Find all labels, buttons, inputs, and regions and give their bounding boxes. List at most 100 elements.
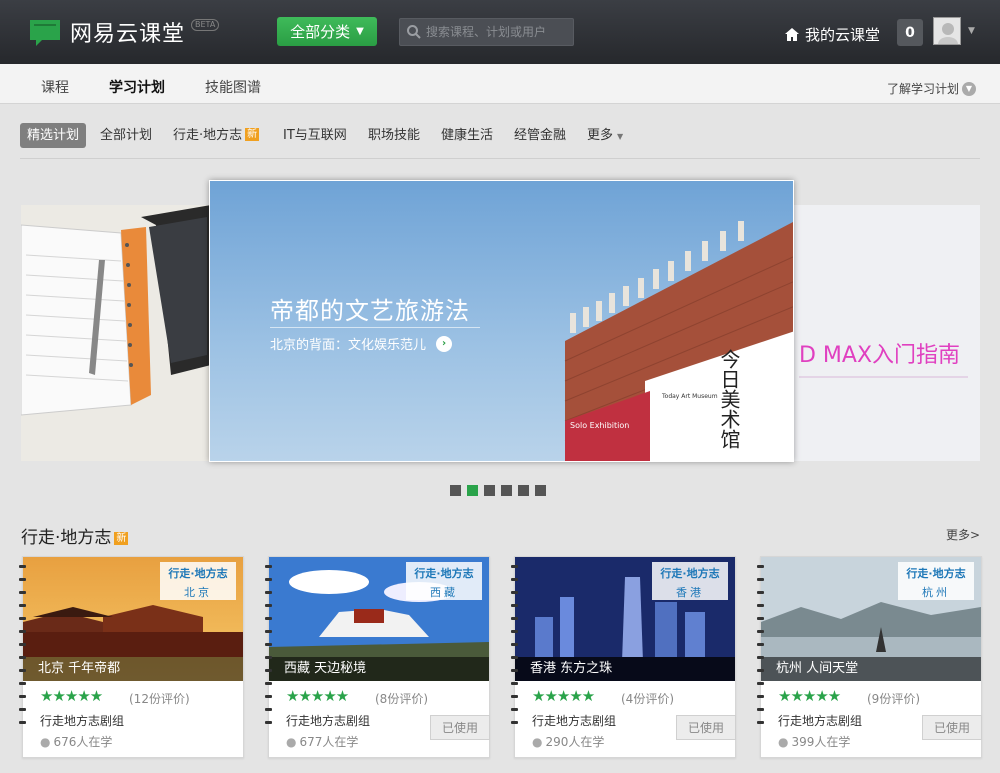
- person-icon: ●: [532, 734, 543, 749]
- next-slide-title: D MAX入门指南: [799, 343, 961, 368]
- filter-it[interactable]: IT与互联网: [283, 123, 347, 148]
- spiral-binding: [511, 565, 519, 734]
- learner-count-label: 677人在学: [299, 735, 359, 749]
- carousel-dot[interactable]: [535, 485, 546, 496]
- learner-count: ● 676人在学: [40, 733, 112, 750]
- rating-stars: ★★★★★: [286, 687, 349, 705]
- rating-stars: ★★★★★: [778, 687, 841, 705]
- filter-finance[interactable]: 经管金融: [514, 123, 566, 148]
- home-icon: [784, 27, 800, 42]
- card-author[interactable]: 行走地方志剧组: [778, 712, 862, 729]
- card-tag-label: 行走·地方志: [414, 567, 474, 580]
- card-author[interactable]: 行走地方志剧组: [40, 712, 124, 729]
- more-link[interactable]: 更多>: [946, 526, 980, 543]
- filter-health[interactable]: 健康生活: [441, 123, 493, 148]
- plan-card-tibet[interactable]: 行走·地方志 西藏 西藏 天边秘境 ★★★★★ (8份评价) 行走地方志剧组 ● 6…: [265, 556, 490, 758]
- card-place: 北京: [184, 586, 212, 599]
- card-caption: 杭州 人间天堂: [761, 657, 981, 681]
- tab-study-plan[interactable]: 学习计划: [109, 77, 165, 97]
- sub-navigation: 课程 学习计划 技能图谱 了解学习计划 ▼: [0, 64, 1000, 104]
- person-icon: ●: [40, 734, 51, 749]
- person-icon: ●: [286, 734, 297, 749]
- notification-count[interactable]: 0: [897, 19, 923, 46]
- spiral-binding: [265, 565, 273, 734]
- chevron-down-icon: ▼: [962, 81, 976, 96]
- card-tag-label: 行走·地方志: [168, 567, 228, 580]
- my-classroom-label: 我的云课堂: [805, 26, 881, 44]
- all-categories-label: 全部分类: [290, 23, 351, 41]
- card-tag-label: 行走·地方志: [906, 567, 966, 580]
- learn-about-plans-label: 了解学习计划: [886, 82, 959, 96]
- avatar[interactable]: [933, 17, 961, 45]
- filter-more-label: 更多: [587, 128, 614, 143]
- filter-career[interactable]: 职场技能: [368, 123, 420, 148]
- filter-all[interactable]: 全部计划: [100, 123, 152, 148]
- carousel-dot[interactable]: [484, 485, 495, 496]
- card-author[interactable]: 行走地方志剧组: [532, 712, 616, 729]
- logo[interactable]: 网易云课堂 BETA: [28, 14, 220, 50]
- used-button[interactable]: 已使用: [430, 715, 490, 740]
- learner-count: ● 677人在学: [286, 733, 358, 750]
- filter-featured[interactable]: 精选计划: [20, 123, 87, 148]
- logo-icon: [28, 16, 62, 48]
- search-icon[interactable]: [406, 24, 422, 40]
- review-count[interactable]: (12份评价): [129, 690, 190, 707]
- used-button[interactable]: 已使用: [676, 715, 736, 740]
- card-place: 杭州: [922, 586, 950, 599]
- carousel-dot[interactable]: [467, 485, 478, 496]
- review-count[interactable]: (8份评价): [375, 690, 428, 707]
- tab-courses[interactable]: 课程: [41, 77, 69, 97]
- filter-travel-label: 行走·地方志: [173, 128, 243, 143]
- learner-count-label: 676人在学: [53, 735, 113, 749]
- slide-title: 帝都的文艺旅游法: [270, 297, 470, 325]
- my-classroom-link[interactable]: 我的云课堂: [784, 24, 880, 45]
- card-tag: 行走·地方志 西藏: [406, 562, 482, 600]
- tab-skill-map[interactable]: 技能图谱: [205, 77, 261, 97]
- search-input[interactable]: [426, 25, 566, 39]
- all-categories-button[interactable]: 全部分类 ▼: [277, 17, 377, 46]
- card-caption: 北京 千年帝都: [23, 657, 243, 681]
- review-count[interactable]: (4份评价): [621, 690, 674, 707]
- card-author[interactable]: 行走地方志剧组: [286, 712, 370, 729]
- carousel-prev-slide[interactable]: [21, 205, 211, 461]
- exhibition-banner: Solo Exhibition: [570, 421, 630, 430]
- card-caption: 香港 东方之珠: [515, 657, 735, 681]
- arrow-right-icon: ›: [436, 335, 453, 352]
- plan-card-beijing[interactable]: 行走·地方志 北京 北京 千年帝都 ★★★★★ (12份评价) 行走地方志剧组 ●…: [19, 556, 244, 758]
- learn-about-plans-link[interactable]: 了解学习计划 ▼: [887, 80, 976, 97]
- user-menu-caret-icon[interactable]: ▼: [968, 26, 975, 36]
- caret-down-icon: ▼: [617, 132, 624, 141]
- plan-card-hongkong[interactable]: 行走·地方志 香港 香港 东方之珠 ★★★★★ (4份评价) 行走地方志剧组 ● 2…: [511, 556, 736, 758]
- plan-card-hangzhou[interactable]: 行走·地方志 杭州 杭州 人间天堂 ★★★★★ (9份评价) 行走地方志剧组 ● 3…: [757, 556, 982, 758]
- learner-count-label: 399人在学: [791, 735, 851, 749]
- used-button[interactable]: 已使用: [922, 715, 982, 740]
- new-badge: 新: [114, 532, 129, 545]
- top-header: 网易云课堂 BETA 全部分类 ▼ 我的云课堂 0 ▼: [0, 0, 1000, 64]
- carousel-dot[interactable]: [501, 485, 512, 496]
- beta-badge: BETA: [191, 19, 220, 31]
- learner-count: ● 399人在学: [778, 733, 850, 750]
- caret-down-icon: ▼: [356, 26, 364, 37]
- learner-count-label: 290人在学: [545, 735, 605, 749]
- carousel-main-slide[interactable]: 今日美术馆 Today Art Museum Solo Exhibition 帝…: [209, 180, 794, 462]
- filter-travel[interactable]: 行走·地方志新: [173, 123, 260, 148]
- brand-name: 网易云课堂: [70, 22, 186, 47]
- carousel-dots: [450, 485, 552, 496]
- building-sign: 今日美术馆: [717, 349, 741, 449]
- slide-subtitle-link[interactable]: 北京的背面：文化娱乐范儿 ›: [270, 334, 453, 353]
- slide-title-divider: [270, 327, 480, 328]
- card-tag: 行走·地方志 北京: [160, 562, 236, 600]
- card-tag: 行走·地方志 杭州: [898, 562, 974, 600]
- card-tag: 行走·地方志 香港: [652, 562, 728, 600]
- spiral-binding: [757, 565, 765, 734]
- rating-stars: ★★★★★: [40, 687, 103, 705]
- carousel-dot[interactable]: [518, 485, 529, 496]
- review-count[interactable]: (9份评价): [867, 690, 920, 707]
- divider: [20, 158, 980, 159]
- spiral-binding: [19, 565, 27, 734]
- section-title: 行走·地方志新: [21, 523, 129, 548]
- card-place: 西藏: [430, 586, 458, 599]
- carousel-next-slide[interactable]: D MAX入门指南: [793, 205, 980, 461]
- filter-more[interactable]: 更多 ▼: [587, 123, 623, 148]
- carousel-dot[interactable]: [450, 485, 461, 496]
